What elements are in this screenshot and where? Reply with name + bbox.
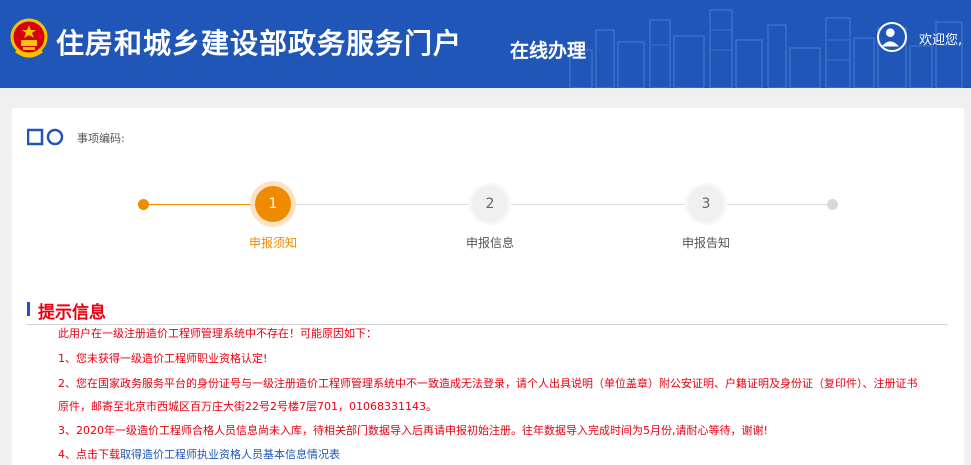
city-skyline-decoration (569, 9, 963, 88)
download-info-form-link[interactable]: 取得造价工程师执业资格人员基本信息情况表 (120, 448, 340, 461)
step-3-circle[interactable]: 3 (688, 186, 724, 222)
tips-line-2a: 2、您在国家政务服务平台的身份证号与一级注册造价工程师管理系统中不一致造成无法登… (58, 377, 918, 390)
step-progress-done (143, 204, 273, 205)
step-3-label[interactable]: 申报告知 (666, 234, 746, 251)
step-1-label[interactable]: 申报须知 (233, 234, 313, 251)
national-emblem-icon (10, 18, 48, 58)
site-title[interactable]: 住房和城乡建设部政务服务门户 (56, 22, 462, 62)
tips-title-marker (27, 302, 30, 316)
section-title: 在线办理 (510, 40, 587, 62)
tips-line-4: 4、点击下载取得造价工程师执业资格人员基本信息情况表 (58, 446, 340, 462)
tips-line-4-prefix: 4、点击下载 (58, 448, 120, 461)
step-2-circle[interactable]: 2 (472, 186, 508, 222)
tips-intro: 此用户在一级注册造价工程师管理系统中不存在！可能原因如下： (58, 327, 377, 340)
item-shapes-icon (27, 128, 64, 146)
tips-title: 提示信息 (38, 303, 106, 323)
user-avatar-icon[interactable] (877, 22, 907, 52)
step-progress-remaining (273, 204, 833, 205)
welcome-text: 欢迎您, (919, 33, 963, 48)
item-code-label: 事项编码: (77, 132, 125, 145)
step-2-label[interactable]: 申报信息 (450, 234, 530, 251)
step-start-dot (138, 199, 149, 210)
step-end-dot (827, 199, 838, 210)
tips-line-3: 3、2020年一级造价工程师合格人员信息尚未入库，待相关部门数据导入后再请申报初… (58, 424, 768, 437)
site-header: 住房和城乡建设部政务服务门户 在线办理 欢迎您, (0, 0, 971, 88)
tips-line-2b: 原件，邮寄至北京市西城区百万庄大街22号2号楼7层701，01068331143… (58, 400, 437, 413)
tips-line-1: 1、您未获得一级造价工程师职业资格认定! (58, 352, 268, 365)
step-1-circle[interactable]: 1 (255, 186, 291, 222)
